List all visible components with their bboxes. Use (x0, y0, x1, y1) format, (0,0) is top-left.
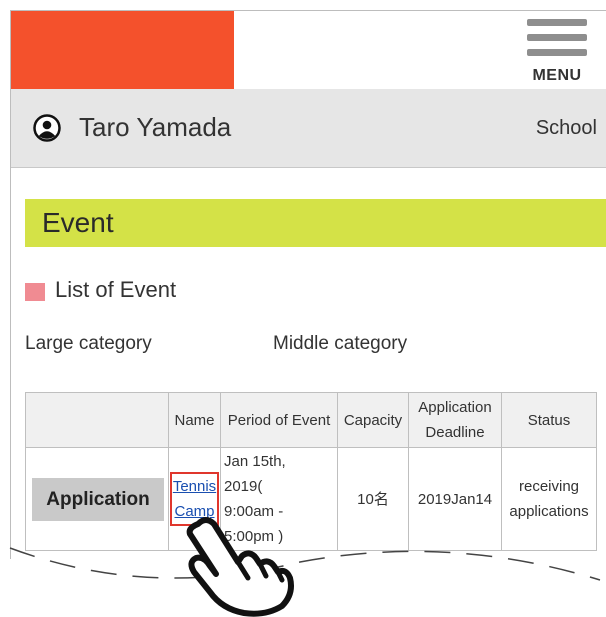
table-row: Application Tennis Camp Jan 15th, 2019( … (25, 447, 597, 551)
school-label: School (535, 117, 597, 139)
hamburger-menu-icon (527, 19, 587, 26)
pointing-hand-icon (186, 517, 294, 617)
list-marker-icon (25, 283, 45, 301)
column-header-capacity: Capacity (337, 392, 409, 448)
hamburger-menu-icon (527, 49, 587, 56)
brand-logo-block (11, 11, 234, 89)
application-button[interactable]: Application (32, 477, 164, 521)
section-title: Event (42, 207, 114, 238)
torn-edge-divider (9, 547, 601, 581)
menu-label: MENU (532, 67, 582, 84)
middle-category-label: Middle category (273, 333, 408, 354)
period-line: Jan 15th, (224, 453, 286, 470)
event-name-line: Tennis (172, 478, 217, 495)
user-bar: Taro Yamada School (11, 89, 606, 168)
user-circle-icon (33, 114, 61, 142)
column-header-action (25, 392, 169, 448)
column-header-status: Status (501, 392, 597, 448)
deadline-cell: 2019Jan14 (408, 447, 502, 551)
capacity-cell: 10名 (337, 447, 409, 551)
hamburger-menu-icon (527, 34, 587, 41)
event-table: Name Period of Event Capacity Applicatio… (25, 392, 597, 551)
section-header: Event (25, 199, 606, 247)
status-cell: receiving applications (501, 447, 597, 551)
mobile-screen: MENU Taro Yamada School Event List of Ev… (10, 10, 606, 559)
action-cell: Application (25, 447, 169, 551)
column-header-period: Period of Event (220, 392, 338, 448)
menu-button[interactable]: MENU (523, 17, 591, 87)
list-title: List of Event (55, 277, 177, 302)
column-header-name: Name (168, 392, 221, 448)
period-line: 2019( (224, 478, 263, 495)
column-header-deadline: Application Deadline (408, 392, 502, 448)
user-name: Taro Yamada (79, 112, 232, 142)
large-category-label: Large category (25, 333, 152, 354)
table-header-row: Name Period of Event Capacity Applicatio… (25, 392, 597, 448)
